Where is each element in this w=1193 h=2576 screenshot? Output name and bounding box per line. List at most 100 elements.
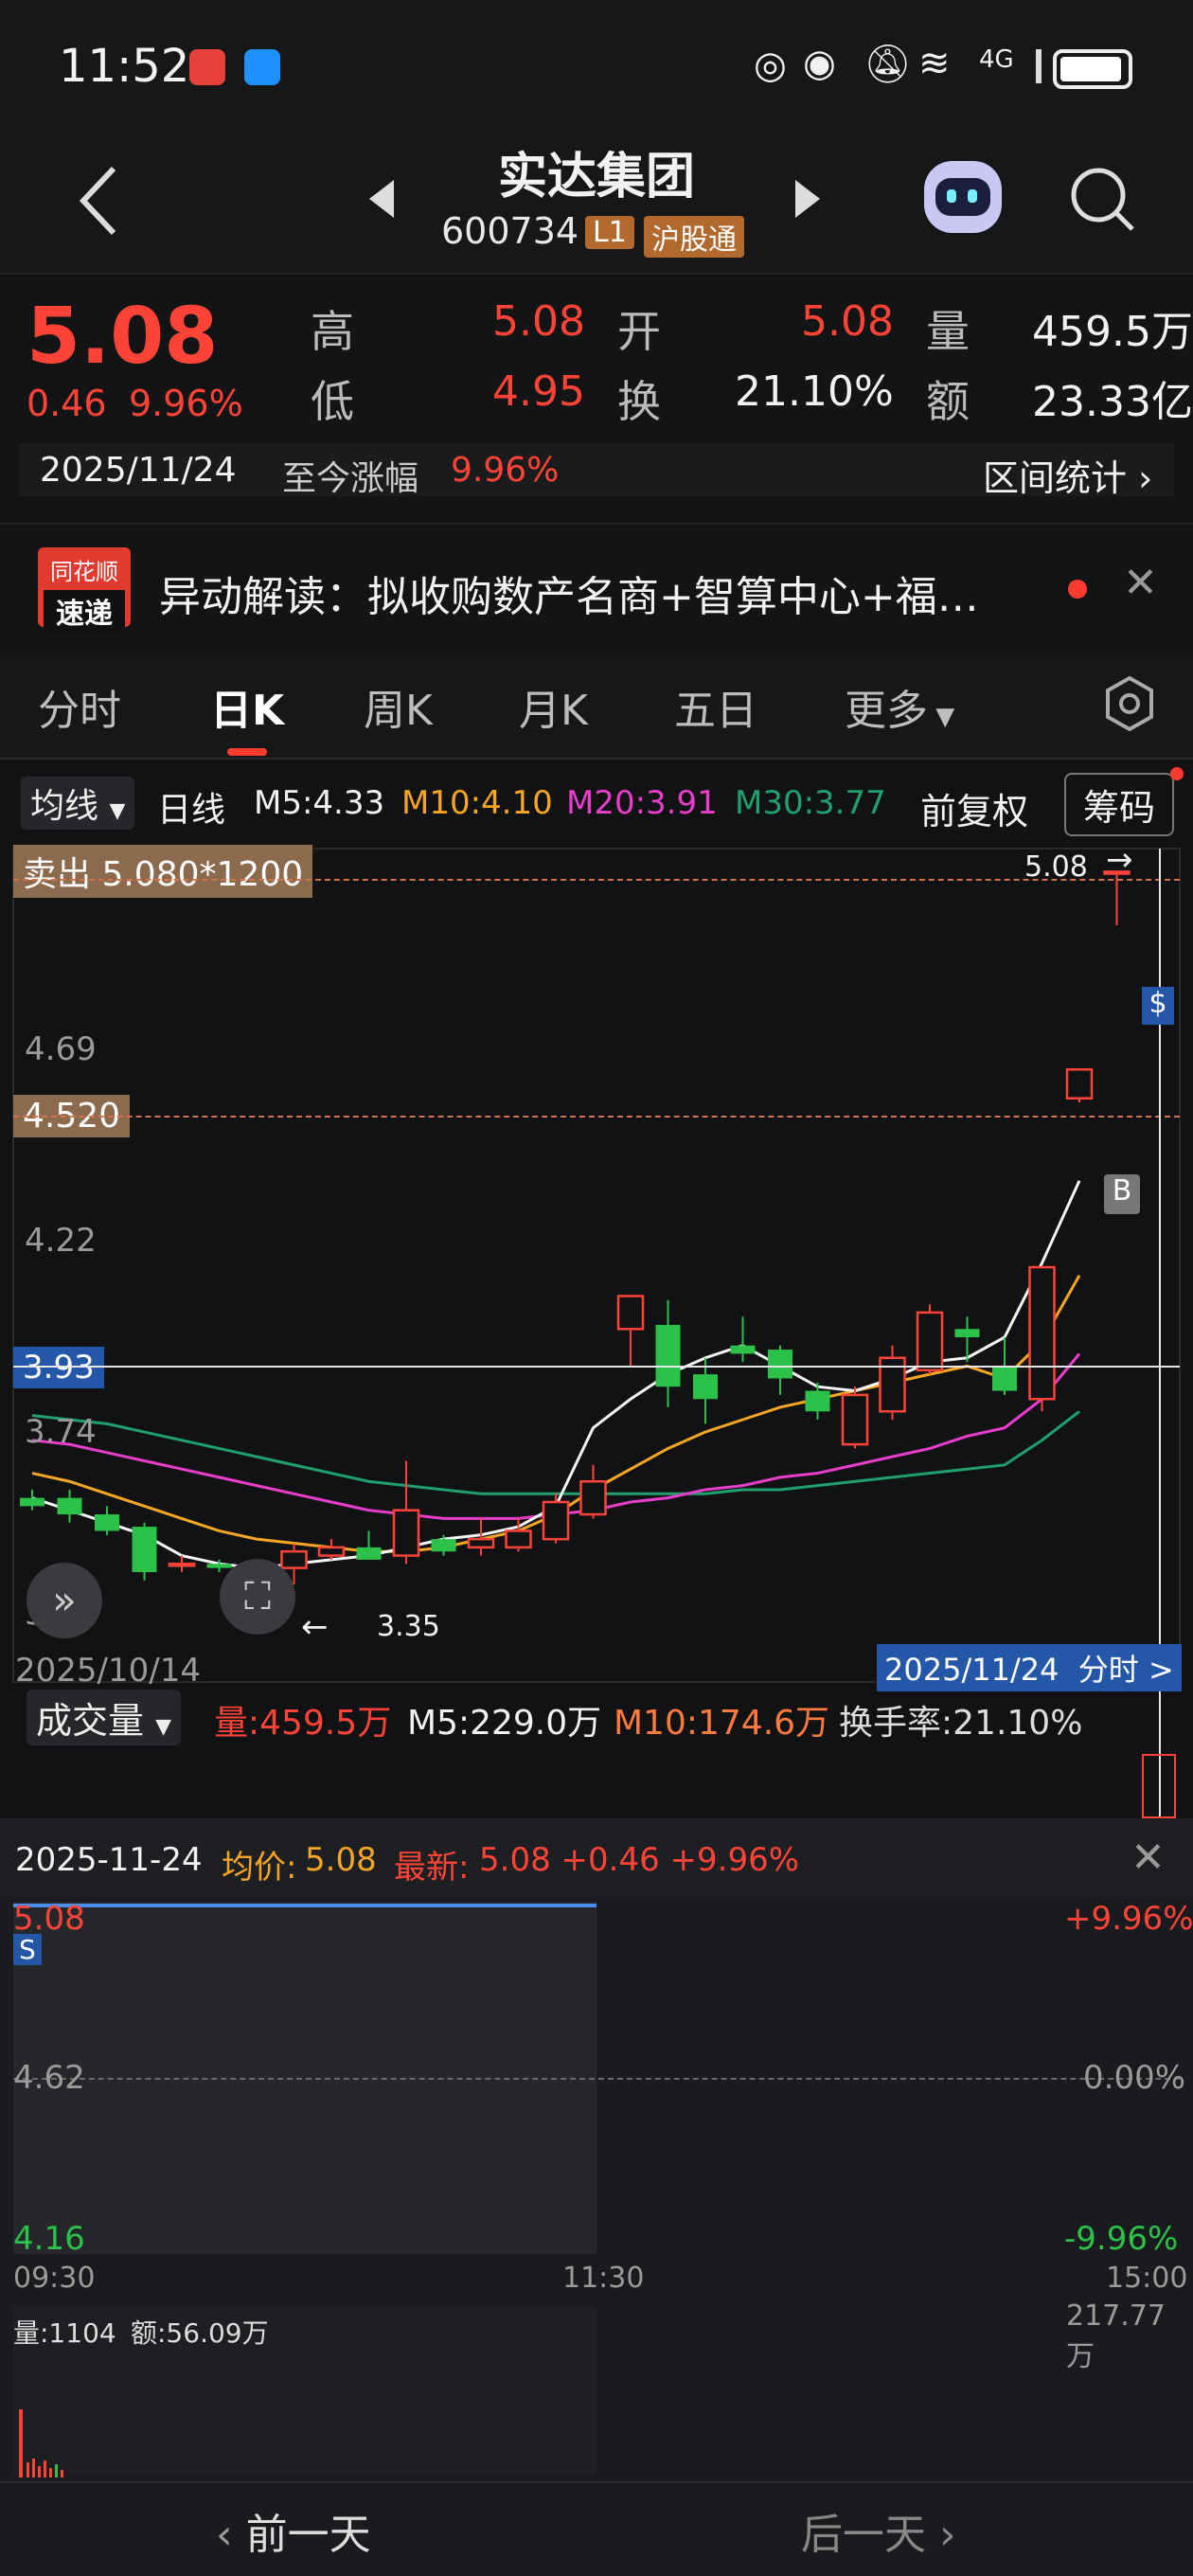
bottom-pct: -9.96% [1064,2220,1179,2258]
ai-assistant-icon[interactable] [924,161,1002,233]
candle[interactable] [57,1497,82,1515]
tab-week-k[interactable]: 周K [364,676,433,737]
low-marker: 3.35 [377,1610,440,1643]
candle[interactable] [206,1564,232,1568]
candle[interactable] [168,1563,196,1567]
candle[interactable] [954,1329,980,1337]
close-icon[interactable]: ✕ [1131,1834,1166,1882]
time-start: 09:30 [13,2262,96,2295]
mute-icon: 🔕︎ [864,43,912,86]
status-bar: 11:52 ◎ ◉ 🔕︎ ≋ 4G [0,0,1193,133]
since-value: 9.96% [451,451,560,490]
low-arrow-icon: ← [301,1608,329,1646]
candle[interactable] [579,1480,607,1516]
candle[interactable] [1065,1068,1094,1100]
candle[interactable] [542,1500,570,1541]
fullscreen-icon[interactable]: ⛶ [220,1559,295,1635]
buy-marker: B [1104,1174,1140,1214]
tab-day-k[interactable]: 日K [210,676,284,737]
candle[interactable] [20,1497,45,1507]
avg-label: 均价: [222,1849,297,1887]
low-value: 4.95 [492,367,585,416]
chips-button[interactable]: 筹码 [1064,773,1175,836]
latest-value: 5.08 +0.46 +9.96% [479,1841,800,1879]
unread-dot [1068,580,1087,599]
stock-code: 600734 [441,210,579,252]
candle[interactable] [992,1366,1017,1391]
candle[interactable] [841,1393,869,1446]
ma30-value: M30:3.77 [735,784,886,822]
candle[interactable] [505,1530,532,1549]
since-label: 至今涨幅 [282,459,419,498]
next-stock-icon[interactable] [793,178,822,220]
candle[interactable] [280,1549,308,1569]
high-marker: 5.08 [1024,850,1088,884]
y-tick: 3.74 [25,1413,97,1451]
candle[interactable] [95,1514,119,1531]
high-value: 5.08 [492,297,585,346]
connect-badge: 沪股通 [644,216,744,258]
battery-icon [1053,49,1132,89]
network-label: 4G [979,45,1014,74]
tab-more[interactable]: 更多 ▼ [845,676,954,737]
tab-five-day[interactable]: 五日 [674,676,757,737]
candle[interactable] [356,1547,382,1560]
adjust-option[interactable]: 前复权 [920,782,1028,834]
news-banner[interactable]: 同花顺 速递 异动解读：拟收购数产名商+智算中心+福… ✕ [0,530,1193,644]
ma5-value: M5:4.33 [254,784,385,822]
range-stats-label: 区间统计 [983,457,1128,499]
price-tag-line [13,1116,1180,1118]
ma-dropdown[interactable]: 均线 ▼ [21,777,135,830]
candle[interactable] [655,1324,681,1387]
price-change: 0.46 [27,383,107,424]
avg-value: 5.08 [305,1841,377,1879]
close-icon[interactable]: ✕ [1123,559,1158,607]
tab-month-k[interactable]: 月K [519,676,588,737]
eye-icon: ◉ [803,42,836,85]
next-day-button[interactable]: 后一天 › [801,2500,956,2561]
range-stats-button[interactable]: 区间统计 › [983,449,1152,501]
candle[interactable] [805,1390,830,1412]
search-icon[interactable] [1068,165,1136,233]
candle[interactable] [431,1539,456,1552]
candle[interactable] [317,1546,346,1557]
candle[interactable] [616,1295,645,1331]
expand-icon[interactable]: » [27,1563,102,1638]
intraday-amount: 额:56.09万 [131,2317,269,2349]
back-icon[interactable] [76,163,123,239]
s-marker: S [13,1934,42,1965]
candle[interactable] [916,1311,944,1372]
candle[interactable] [392,1509,420,1557]
turnover-value: 21.10% [735,367,894,416]
settings-icon[interactable] [1100,674,1159,733]
date-row: 2025/11/24 至今涨幅 9.96% 区间统计 › [19,443,1174,499]
quote-panel: 5.08 0.46 9.96% 高 5.08 低 4.95 开 5.08 换 2… [0,275,1193,653]
crosshair-horizontal [13,1366,1180,1368]
open-value: 5.08 [801,297,894,346]
candle[interactable] [768,1350,792,1379]
turnover-rate: 换手率:21.10% [839,1704,1083,1743]
news-text: 异动解读：拟收购数产名商+智算中心+福… [159,573,979,621]
intraday-volume: 量:1104 [13,2317,116,2349]
y-tick: 4.22 [25,1222,97,1260]
bottom-price: 4.16 [13,2220,85,2258]
candle[interactable] [730,1345,756,1354]
prev-day-button[interactable]: ‹ 前一天 [216,2500,371,2561]
high-arrow-icon: → [1106,841,1133,879]
candle[interactable] [693,1374,718,1400]
top-pct: +9.96% [1064,1900,1193,1938]
volume-dropdown[interactable]: 成交量 ▼ [27,1690,182,1745]
candle[interactable] [1028,1265,1056,1401]
notification-dot [1170,767,1184,780]
candle[interactable] [467,1537,495,1549]
ma10-value: M10:4.10 [401,784,553,822]
kline-chart[interactable] [0,843,1193,1695]
tab-minute[interactable]: 分时 [38,676,121,737]
intraday-date: 2025-11-24 [15,1841,203,1879]
prev-stock-icon[interactable] [367,178,396,220]
candle[interactable] [132,1527,157,1572]
sell-price-line [13,879,1180,881]
clock: 11:52 [59,40,190,93]
stock-header: 实达集团 600734 L1 沪股通 [0,133,1193,275]
message-app-icon [244,49,280,85]
